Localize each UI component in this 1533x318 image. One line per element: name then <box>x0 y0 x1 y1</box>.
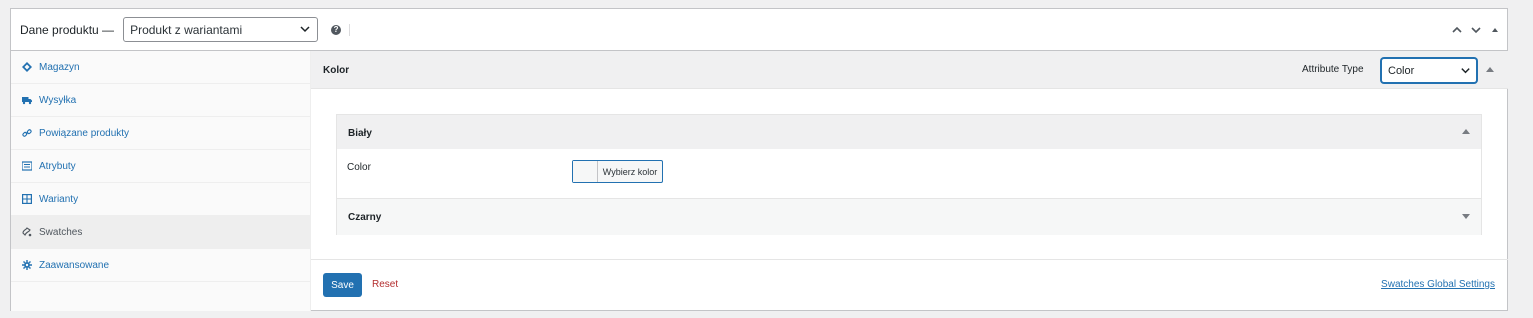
attribute-type-label: Attribute Type <box>1302 64 1364 75</box>
color-field-label: Color <box>347 162 371 173</box>
tab-label: Wysyłka <box>39 94 77 106</box>
move-down-button[interactable] <box>1469 23 1483 37</box>
separator <box>349 23 351 36</box>
list-icon <box>21 161 32 172</box>
chevron-down-icon <box>1471 27 1481 34</box>
truck-icon <box>21 95 32 106</box>
help-icon[interactable]: ? <box>331 24 342 35</box>
term-header-black[interactable]: Czarny <box>337 199 1481 235</box>
expand-term-icon[interactable] <box>1462 214 1470 219</box>
tab-attributes[interactable]: Atrybuty <box>11 150 310 183</box>
attribute-name: Kolor <box>323 65 350 76</box>
collapse-attribute-icon[interactable] <box>1486 67 1494 72</box>
color-picker-label: Wybierz kolor <box>602 166 658 177</box>
collapse-term-icon[interactable] <box>1462 129 1470 134</box>
tab-advanced[interactable]: Zaawansowane <box>11 249 310 282</box>
tab-label: Swatches <box>39 226 83 238</box>
tab-label: Magazyn <box>39 61 80 73</box>
term-body-white: Color Wybierz kolor <box>337 149 1481 199</box>
term-header-white[interactable]: Biały <box>337 115 1481 149</box>
color-picker-button[interactable]: Wybierz kolor <box>572 160 663 183</box>
gear-icon <box>21 260 32 271</box>
swatches-footer: Save Reset Swatches Global Settings <box>311 259 1508 311</box>
tab-shipping[interactable]: Wysyłka <box>11 84 310 117</box>
swatches-content: Kolor Attribute Type Color Biały Color W… <box>311 51 1508 311</box>
tab-swatches[interactable]: Swatches <box>11 216 310 249</box>
reset-link[interactable]: Reset <box>372 279 398 290</box>
chevron-down-icon <box>1461 68 1470 74</box>
move-up-button[interactable] <box>1450 23 1464 37</box>
save-button[interactable]: Save <box>323 273 362 297</box>
grid-icon <box>21 194 32 205</box>
triangle-up-icon <box>1492 28 1498 32</box>
tab-label: Zaawansowane <box>39 259 110 271</box>
attribute-type-select[interactable]: Color <box>1381 58 1477 83</box>
tab-variations[interactable]: Warianty <box>11 183 310 216</box>
term-name: Czarny <box>348 212 382 223</box>
tab-label: Warianty <box>39 193 79 205</box>
attribute-type-value: Color <box>1388 64 1415 77</box>
header-controls <box>1450 9 1507 51</box>
toggle-panel-button[interactable] <box>1488 23 1502 37</box>
product-type-value: Produkt z wariantami <box>130 22 243 37</box>
tab-inventory[interactable]: Magazyn <box>11 51 310 84</box>
term-name: Biały <box>348 128 372 139</box>
chevron-down-icon <box>300 26 310 33</box>
product-data-tabs: Magazyn Wysyłka Powiązane produkty Atryb… <box>11 51 311 311</box>
global-settings-link[interactable]: Swatches Global Settings <box>1381 279 1495 290</box>
link-icon <box>21 128 32 139</box>
swatch-icon <box>21 227 32 238</box>
attribute-header[interactable]: Kolor Attribute Type Color <box>311 51 1508 89</box>
product-type-select[interactable]: Produkt z wariantami <box>123 17 319 42</box>
color-swatch <box>573 161 598 182</box>
chevron-up-icon <box>1452 26 1462 33</box>
product-data-panel: Dane produktu — Produkt z wariantami ? M… <box>10 8 1508 311</box>
tab-label: Atrybuty <box>39 160 76 172</box>
tab-linked-products[interactable]: Powiązane produkty <box>11 117 310 150</box>
terms-list: Biały Color Wybierz kolor Czarny <box>336 114 1482 235</box>
panel-header: Dane produktu — Produkt z wariantami ? <box>11 9 1507 51</box>
panel-title: Dane produktu — <box>20 22 115 37</box>
tab-label: Powiązane produkty <box>39 127 130 139</box>
inventory-icon <box>21 62 32 73</box>
